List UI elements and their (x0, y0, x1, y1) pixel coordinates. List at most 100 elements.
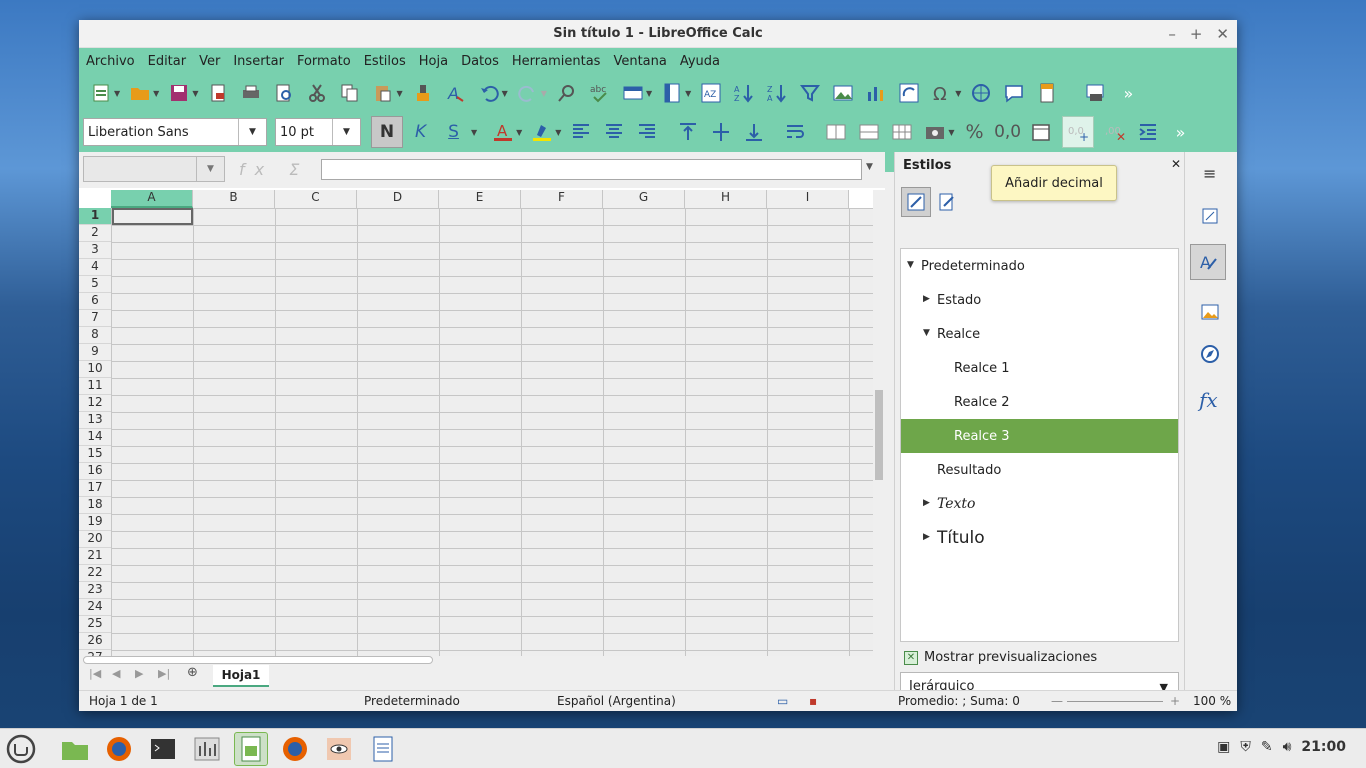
chevron-down-icon[interactable]: ▼ (471, 128, 477, 137)
shield-icon[interactable]: ⛨ (1240, 739, 1251, 755)
insert-chart-icon[interactable] (864, 81, 888, 105)
chevron-down-icon[interactable]: ▼ (332, 119, 360, 145)
selected-cell-cursor[interactable] (112, 208, 193, 225)
paste-icon[interactable] (371, 81, 395, 105)
styles-tab-icon[interactable]: A (1190, 244, 1226, 280)
row-header-11[interactable]: 11 (79, 378, 111, 395)
vertical-scrollbar[interactable] (873, 190, 885, 660)
row-header-24[interactable]: 24 (79, 599, 111, 616)
increase-indent-icon[interactable] (1136, 120, 1160, 144)
underline-button[interactable]: S (448, 122, 459, 142)
date-format-icon[interactable] (1029, 120, 1053, 144)
chevron-down-icon[interactable]: ▼ (502, 89, 508, 98)
number-format-icon[interactable]: 0,0 (994, 120, 1021, 144)
expand-formula-icon[interactable]: ▼ (866, 162, 873, 172)
menu-hoja[interactable]: Hoja (419, 54, 448, 69)
firefox-2-icon[interactable] (278, 732, 312, 766)
properties-icon[interactable] (1198, 204, 1222, 228)
export-pdf-icon[interactable] (206, 81, 230, 105)
align-left-icon[interactable] (569, 120, 593, 144)
menu-formato[interactable]: Formato (297, 54, 351, 69)
new-document-icon[interactable] (89, 81, 113, 105)
expanded-arrow-icon[interactable]: ▼ (907, 260, 914, 270)
row-header-9[interactable]: 9 (79, 344, 111, 361)
row-header-26[interactable]: 26 (79, 633, 111, 650)
row-header-15[interactable]: 15 (79, 446, 111, 463)
chevron-down-icon[interactable]: ▼ (555, 128, 561, 137)
column-header-a[interactable]: A (111, 190, 193, 208)
menu-ayuda[interactable]: Ayuda (680, 54, 720, 69)
row-header-1[interactable]: 1 (79, 208, 111, 225)
column-header-g[interactable]: G (603, 190, 685, 208)
more-options-icon[interactable]: » (1169, 120, 1193, 144)
menu-archivo[interactable]: Archivo (86, 54, 135, 69)
define-print-area-icon[interactable] (1083, 81, 1107, 105)
formula-input[interactable] (321, 159, 862, 180)
style-item[interactable]: ▼ Realce (901, 317, 1178, 351)
collapsed-arrow-icon[interactable]: ▶ (923, 498, 930, 508)
close-button[interactable]: ✕ (1216, 25, 1229, 43)
bold-button[interactable]: N (371, 116, 403, 148)
font-color-icon[interactable]: A (491, 120, 515, 144)
print-preview-icon[interactable] (272, 81, 296, 105)
row-header-13[interactable]: 13 (79, 412, 111, 429)
menu-insertar[interactable]: Insertar (233, 54, 284, 69)
row-header-10[interactable]: 10 (79, 361, 111, 378)
align-vertical-center-icon[interactable] (709, 120, 733, 144)
spellcheck-icon[interactable]: abc (588, 81, 612, 105)
menu-herramientas[interactable]: Herramientas (512, 54, 601, 69)
zoom-slider[interactable] (1067, 701, 1163, 702)
status-language[interactable]: Español (Argentina) (557, 694, 676, 708)
align-top-icon[interactable] (676, 120, 700, 144)
page-styles-icon[interactable] (935, 190, 959, 214)
row-header-23[interactable]: 23 (79, 582, 111, 599)
chevron-down-icon[interactable]: ▼ (948, 128, 954, 137)
menu-estilos[interactable]: Estilos (364, 54, 406, 69)
row-header-17[interactable]: 17 (79, 480, 111, 497)
column-header-i[interactable]: I (767, 190, 849, 208)
maximize-button[interactable]: + (1190, 25, 1203, 43)
chevron-down-icon[interactable]: ▼ (685, 89, 691, 98)
clear-formatting-icon[interactable]: A (444, 81, 468, 105)
volume-icon[interactable]: 🔊︎ (1283, 739, 1292, 755)
row-header-3[interactable]: 3 (79, 242, 111, 259)
show-previews-checkbox[interactable]: ✕ Mostrar previsualizaciones (904, 650, 1097, 665)
add-sheet-icon[interactable]: ⊕ (187, 665, 198, 680)
row-header-8[interactable]: 8 (79, 327, 111, 344)
column-header-c[interactable]: C (275, 190, 357, 208)
row-header-25[interactable]: 25 (79, 616, 111, 633)
mint-menu-icon[interactable] (4, 732, 38, 766)
column-header-b[interactable]: B (193, 190, 275, 208)
row-header-16[interactable]: 16 (79, 463, 111, 480)
menu-ver[interactable]: Ver (199, 54, 220, 69)
style-item[interactable]: ▶ Texto (901, 487, 1178, 521)
chevron-down-icon[interactable]: ▼ (153, 89, 159, 98)
style-item[interactable]: ▶ Estado (901, 283, 1178, 317)
network-icon[interactable]: ✎ (1261, 739, 1273, 755)
title-bar[interactable]: Sin título 1 - LibreOffice Calc – + ✕ (79, 20, 1237, 48)
pivot-table-icon[interactable] (897, 81, 921, 105)
cell-area[interactable] (111, 208, 885, 656)
zoom-in-icon[interactable]: + (1170, 694, 1180, 708)
files-icon[interactable] (58, 732, 92, 766)
style-item[interactable]: Realce 3 (901, 419, 1178, 453)
row-icon[interactable] (621, 81, 645, 105)
calc-taskbar-icon[interactable] (234, 732, 268, 766)
column-header-f[interactable]: F (521, 190, 603, 208)
insert-image-icon[interactable] (831, 81, 855, 105)
navigator-icon[interactable] (1198, 342, 1222, 366)
sort-ascending-icon[interactable]: AZ (732, 81, 756, 105)
next-sheet-icon[interactable]: ▶ (135, 667, 143, 680)
column-icon[interactable] (660, 81, 684, 105)
row-header-4[interactable]: 4 (79, 259, 111, 276)
menu-datos[interactable]: Datos (461, 54, 499, 69)
previous-sheet-icon[interactable]: ◀ (112, 667, 120, 680)
currency-format-icon[interactable] (923, 120, 947, 144)
column-header-h[interactable]: H (685, 190, 767, 208)
merge-center-icon[interactable] (857, 120, 881, 144)
chevron-down-icon[interactable]: ▼ (238, 119, 266, 145)
row-header-6[interactable]: 6 (79, 293, 111, 310)
headers-footers-icon[interactable] (1035, 81, 1059, 105)
italic-button[interactable]: K (415, 122, 426, 142)
copy-icon[interactable] (338, 81, 362, 105)
